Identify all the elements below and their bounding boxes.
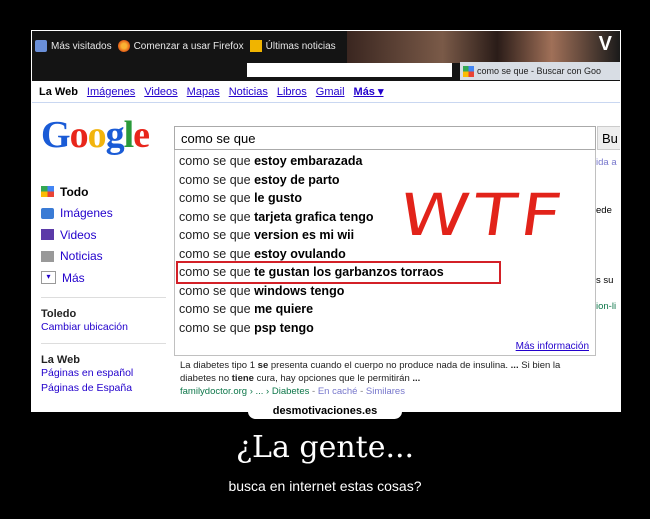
videos-icon [41,229,54,241]
suggestion-completion: te gustan los garbanzos torraos [254,265,444,279]
nav-more[interactable]: Más ▾ [354,85,384,98]
firefox-icon [117,40,130,52]
suggestion-prefix: como se que [179,320,251,335]
nav-gmail[interactable]: Gmail [316,86,345,98]
suggestion-item[interactable]: como se que psp tengo [175,319,595,338]
brand-watermark: desmotivaciones.es [248,404,402,419]
images-icon [41,207,54,219]
suggestion-prefix: como se que [179,154,251,168]
google-favicon-icon [463,65,474,77]
right-fragment: s su [596,275,614,286]
poster-subtitle: busca en internet estas cosas? [228,478,422,494]
logo-letter: o [87,114,107,156]
suggestion-completion: tarjeta grafica tengo [254,209,374,224]
nav-maps[interactable]: Mapas [187,86,220,98]
all-results-icon [41,186,54,198]
news-icon [41,250,54,262]
suggestion-completion: psp tengo [254,320,314,335]
nav-books[interactable]: Libros [277,86,307,98]
sidebar-item-images[interactable]: Imágenes [41,203,166,225]
nav-images[interactable]: Imágenes [87,86,135,98]
bookmark-getting-started[interactable]: Comenzar a usar Firefox [117,40,244,52]
result-line-1: La diabetes tipo 1 se presenta cuando el… [180,360,561,371]
result-line-2: diabetes no tiene cura, hay opciones que… [180,373,421,384]
bookmark-folder-icon [35,40,47,52]
logo-letter: G [41,114,71,156]
web-title: La Web [41,353,80,366]
chevron-down-icon: ▾ [41,271,56,285]
suggestion-item[interactable]: como se que estoy embarazada [175,152,595,171]
sidebar-item-more[interactable]: ▾ Más [41,267,166,289]
suggestion-completion: estoy embarazada [254,154,363,168]
suggestion-prefix: como se que [179,172,251,187]
nav-videos[interactable]: Videos [144,86,177,98]
cached-link[interactable]: En caché [318,386,358,397]
rss-folder-icon [249,40,262,52]
right-fragment: ede [596,205,612,216]
sidebar-divider [41,342,166,344]
suggestion-item[interactable]: como se que te gustan los garbanzos torr… [176,261,501,284]
theme-artwork: V [347,31,620,63]
suggestion-completion: estoy de parto [254,172,340,187]
suggestion-completion: me quiere [254,302,314,316]
suggestion-prefix: como se que [179,265,251,279]
pages-spanish-link[interactable]: Páginas en español [41,366,166,381]
search-result-snippet: La diabetes tipo 1 se presenta cuando el… [180,359,620,398]
suggestion-prefix: como se que [179,283,251,298]
pages-spain-link[interactable]: Páginas de España [41,381,166,396]
wtf-annotation: WTF [395,181,571,249]
suggestion-completion: version es mi wii [254,228,355,242]
suggestion-item[interactable]: como se que windows tengo [175,282,595,301]
screenshot-frame: Más visitados Comenzar a usar Firefox Úl… [31,30,621,412]
sidebar-item-videos[interactable]: Videos [41,224,166,246]
logo-letter: e [133,114,150,156]
logo-letter: o [69,114,89,156]
sidebar-divider [41,296,166,298]
change-location-link[interactable]: Cambiar ubicación [41,320,166,335]
bookmark-most-visited[interactable]: Más visitados [35,40,112,52]
location-title: Toledo [41,307,77,320]
bookmark-latest-news[interactable]: Últimas noticias [249,40,336,52]
suggestion-prefix: como se que [179,302,251,316]
result-cite[interactable]: familydoctor.org › ... › Diabetes [180,386,309,397]
poster-title: ¿La gente... [235,430,415,465]
nav-web[interactable]: La Web [39,86,78,98]
right-fragment: ion-li [596,301,617,312]
logo-letter: g [105,114,125,156]
sidebar-item-all[interactable]: Todo [41,181,166,203]
suggestion-prefix: como se que [179,246,251,261]
suggestion-prefix: como se que [179,191,251,205]
search-button[interactable]: Bu [597,126,620,150]
suggestion-item[interactable]: como se que me quiere [175,300,595,319]
suggestion-completion: estoy ovulando [254,246,346,261]
suggestion-prefix: como se que [179,228,251,242]
left-sidebar: Todo Imágenes Videos Noticias ▾ Más Tole… [41,181,166,396]
address-bar[interactable] [247,63,452,77]
more-info-link[interactable]: Más información [516,341,589,352]
sidebar-item-news[interactable]: Noticias [41,246,166,268]
search-input[interactable]: como se que [174,126,596,150]
logo-letter: l [123,114,135,156]
bookmarks-bar: Más visitados Comenzar a usar Firefox Úl… [32,31,336,61]
suggestion-completion: windows tengo [254,283,345,298]
browser-tab[interactable]: como se que - Buscar con Goo [460,62,620,80]
nav-news[interactable]: Noticias [229,86,268,98]
theme-logo-icon: V [598,33,612,55]
suggestion-prefix: como se que [179,209,251,224]
right-fragment: ida a [596,157,617,168]
browser-toolbar: Más visitados Comenzar a usar Firefox Úl… [32,31,620,81]
similar-link[interactable]: Similares [366,386,405,397]
suggestion-completion: le gusto [254,191,302,205]
google-nav-bar: La Web Imágenes Videos Mapas Noticias Li… [32,81,620,103]
result-cite-line: familydoctor.org › ... › Diabetes - En c… [180,386,405,397]
google-logo[interactable]: Google [41,113,150,157]
